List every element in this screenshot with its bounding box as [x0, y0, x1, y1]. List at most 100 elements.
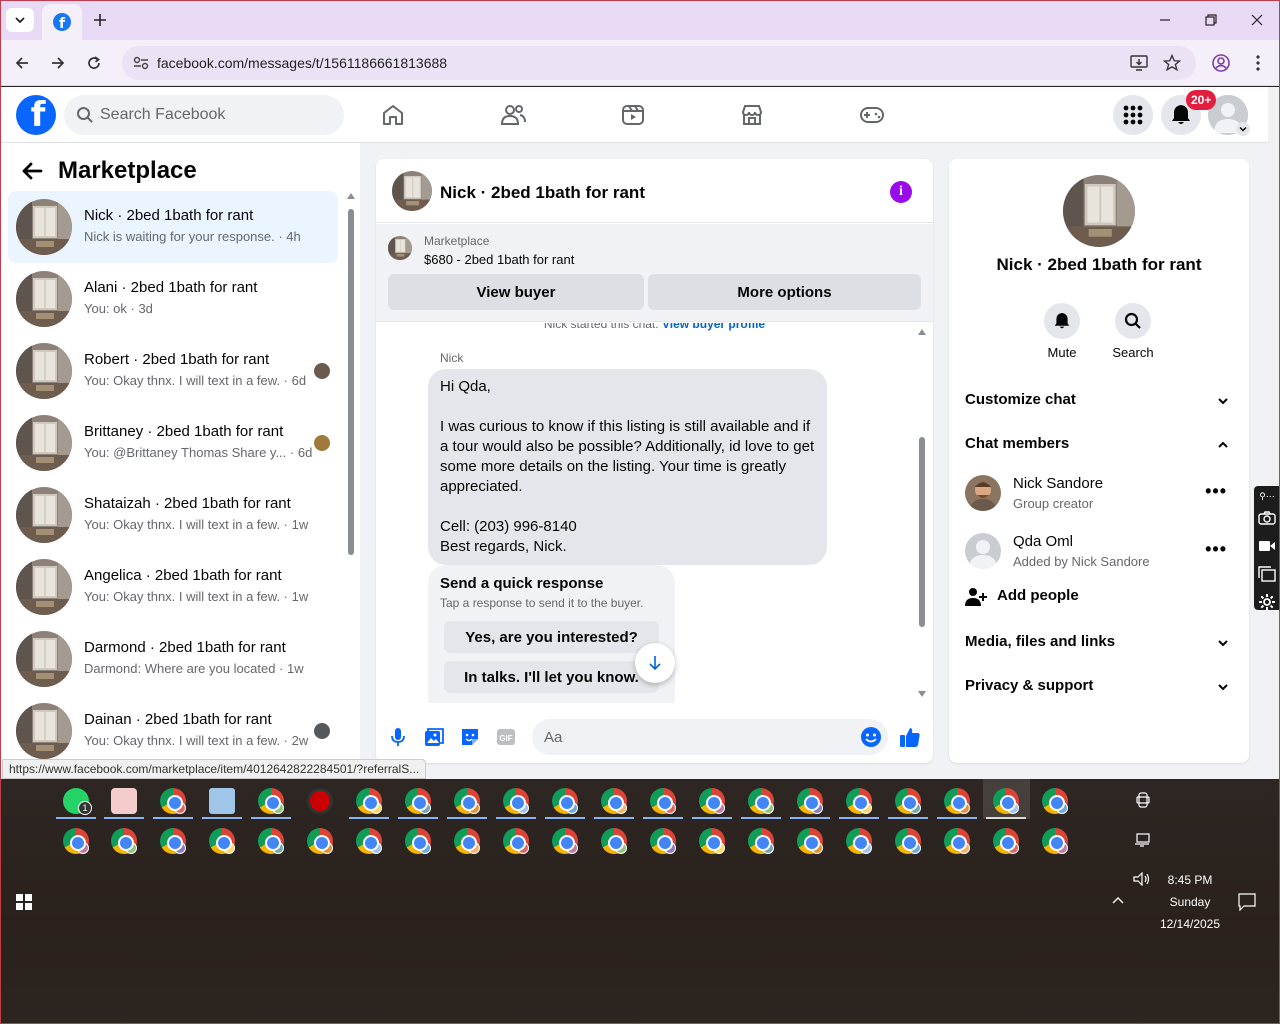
screen-recorder-taskbar-icon[interactable]: [307, 788, 333, 814]
paint-taskbar-icon[interactable]: [111, 788, 137, 814]
phone-link-icon[interactable]: [1136, 792, 1150, 808]
clock-date[interactable]: 12/14/2025: [1155, 917, 1225, 931]
sticker-icon[interactable]: [458, 725, 482, 749]
chrome-profile-taskbar-icon[interactable]: [258, 828, 284, 854]
chrome-profile-taskbar-icon[interactable]: [993, 788, 1019, 814]
search-circle[interactable]: [1115, 303, 1151, 339]
search-input[interactable]: [100, 95, 330, 135]
member-avatar[interactable]: [965, 475, 1001, 511]
quick-response-option[interactable]: Yes, are you interested?: [444, 621, 659, 653]
mute-circle[interactable]: [1044, 303, 1080, 339]
conversation-info-icon[interactable]: i: [890, 181, 912, 203]
chrome-profile-taskbar-icon[interactable]: [601, 788, 627, 814]
chrome-profile-taskbar-icon[interactable]: [846, 788, 872, 814]
member-avatar[interactable]: [965, 533, 1001, 569]
member-options-icon[interactable]: •••: [1205, 481, 1227, 502]
search-in-conversation-button[interactable]: Search: [1103, 303, 1163, 360]
chrome-profile-taskbar-icon[interactable]: [160, 788, 186, 814]
emoji-icon[interactable]: [859, 725, 883, 749]
clock-time[interactable]: 8:45 PM: [1160, 873, 1220, 887]
camera-icon[interactable]: [1254, 506, 1280, 530]
chrome-profile-taskbar-icon[interactable]: [356, 828, 382, 854]
tab-search-button[interactable]: [6, 8, 34, 32]
listing-price[interactable]: $680 - 2bed 1bath for rant: [424, 252, 574, 267]
nav-marketplace[interactable]: [738, 101, 766, 129]
member-row[interactable]: Qda Oml Added by Nick Sandore •••: [965, 533, 1241, 573]
message-input[interactable]: [532, 719, 888, 755]
quick-response-option[interactable]: In talks. I'll let you know.: [444, 661, 659, 693]
restore-button[interactable]: [1196, 8, 1226, 32]
chrome-profile-taskbar-icon[interactable]: [699, 828, 725, 854]
whatsapp-taskbar-icon[interactable]: 1: [63, 788, 92, 815]
browser-tab-facebook[interactable]: f: [42, 4, 82, 40]
chrome-profile-taskbar-icon[interactable]: [454, 828, 480, 854]
sidebar-scrollbar-thumb[interactable]: [348, 209, 354, 555]
chrome-profile-taskbar-icon[interactable]: [160, 828, 186, 854]
toolbar-more-icon[interactable]: ⚲⋯: [1254, 490, 1280, 502]
chrome-profile-taskbar-icon[interactable]: [944, 788, 970, 814]
chrome-profile-taskbar-icon[interactable]: [405, 788, 431, 814]
back-arrow-icon[interactable]: [20, 159, 44, 183]
nav-gaming[interactable]: [858, 101, 886, 129]
video-record-icon[interactable]: [1254, 534, 1280, 558]
member-row[interactable]: Nick Sandore Group creator •••: [965, 475, 1241, 515]
chrome-profile-taskbar-icon[interactable]: [552, 788, 578, 814]
privacy-support-section[interactable]: Privacy & support: [965, 677, 1235, 701]
conversation-item[interactable]: Shataizah · 2bed 1bath for rant You: Okay…: [8, 479, 338, 551]
settings-gear-icon[interactable]: [1254, 590, 1280, 614]
chrome-profile-taskbar-icon[interactable]: [797, 828, 823, 854]
scroll-to-bottom-button[interactable]: [635, 643, 675, 683]
conversation-item[interactable]: Alani · 2bed 1bath for rant You: ok · 3d: [8, 263, 338, 335]
chrome-profile-taskbar-icon[interactable]: [748, 828, 774, 854]
chat-title[interactable]: Nick · 2bed 1bath for rant: [440, 183, 645, 203]
conversation-item[interactable]: Brittaney · 2bed 1bath for rant You: @Bri…: [8, 407, 338, 479]
attach-photo-icon[interactable]: [422, 725, 446, 749]
chrome-profile-taskbar-icon[interactable]: [503, 788, 529, 814]
conversation-item[interactable]: Dainan · 2bed 1bath for rant You: Okay th…: [8, 695, 338, 767]
facebook-search-box[interactable]: [64, 95, 344, 135]
close-window-button[interactable]: [1242, 8, 1272, 32]
view-buyer-button[interactable]: View buyer: [388, 274, 644, 310]
chrome-profile-taskbar-icon[interactable]: [258, 788, 284, 814]
chrome-profile-taskbar-icon[interactable]: [944, 828, 970, 854]
minimize-button[interactable]: [1150, 8, 1180, 32]
chrome-profile-taskbar-icon[interactable]: [552, 828, 578, 854]
mute-button[interactable]: Mute: [1032, 303, 1092, 360]
facebook-logo-icon[interactable]: f: [16, 95, 56, 135]
install-app-icon[interactable]: [1129, 53, 1149, 73]
chrome-profile-taskbar-icon[interactable]: [63, 828, 89, 854]
browser-menu-icon[interactable]: [1247, 52, 1269, 74]
nav-video[interactable]: [619, 101, 647, 129]
chat-listing-thumbnail[interactable]: [392, 171, 432, 211]
notification-center-icon[interactable]: [1238, 893, 1256, 911]
chrome-profile-taskbar-icon[interactable]: [209, 828, 235, 854]
chrome-profile-taskbar-icon[interactable]: [748, 788, 774, 814]
gif-icon[interactable]: GIF: [494, 725, 518, 749]
chrome-profile-taskbar-icon[interactable]: [601, 828, 627, 854]
window-capture-icon[interactable]: [1254, 562, 1280, 586]
conversation-item[interactable]: Angelica · 2bed 1bath for rant You: Okay …: [8, 551, 338, 623]
chrome-profile-taskbar-icon[interactable]: [993, 828, 1019, 854]
view-buyer-profile-link[interactable]: View buyer profile: [662, 323, 765, 331]
voice-clip-icon[interactable]: [386, 725, 410, 749]
bookmark-star-icon[interactable]: [1162, 53, 1182, 73]
chrome-profile-taskbar-icon[interactable]: [1042, 788, 1068, 814]
member-options-icon[interactable]: •••: [1205, 539, 1227, 560]
chrome-profile-taskbar-icon[interactable]: [797, 788, 823, 814]
back-button[interactable]: [9, 50, 35, 76]
speaker-volume-icon[interactable]: [1133, 872, 1151, 886]
chrome-profile-taskbar-icon[interactable]: [503, 828, 529, 854]
show-hidden-icons-chevron-icon[interactable]: [1112, 896, 1124, 904]
address-bar[interactable]: facebook.com/messages/t/1561186661813688: [122, 46, 1196, 80]
chrome-profile-taskbar-icon[interactable]: [405, 828, 431, 854]
network-computer-icon[interactable]: [1134, 833, 1150, 847]
scroll-up-arrow-icon[interactable]: [347, 193, 355, 199]
media-files-links-section[interactable]: Media, files and links: [965, 633, 1235, 657]
menu-button[interactable]: [1113, 95, 1153, 135]
chat-scroll-down-icon[interactable]: [918, 691, 926, 697]
customize-chat-section[interactable]: Customize chat: [965, 391, 1235, 415]
chrome-profile-taskbar-icon[interactable]: [1042, 828, 1068, 854]
notepad-taskbar-icon[interactable]: [209, 788, 235, 814]
chrome-profile-taskbar-icon[interactable]: [846, 828, 872, 854]
chat-scroll-up-icon[interactable]: [918, 329, 926, 335]
